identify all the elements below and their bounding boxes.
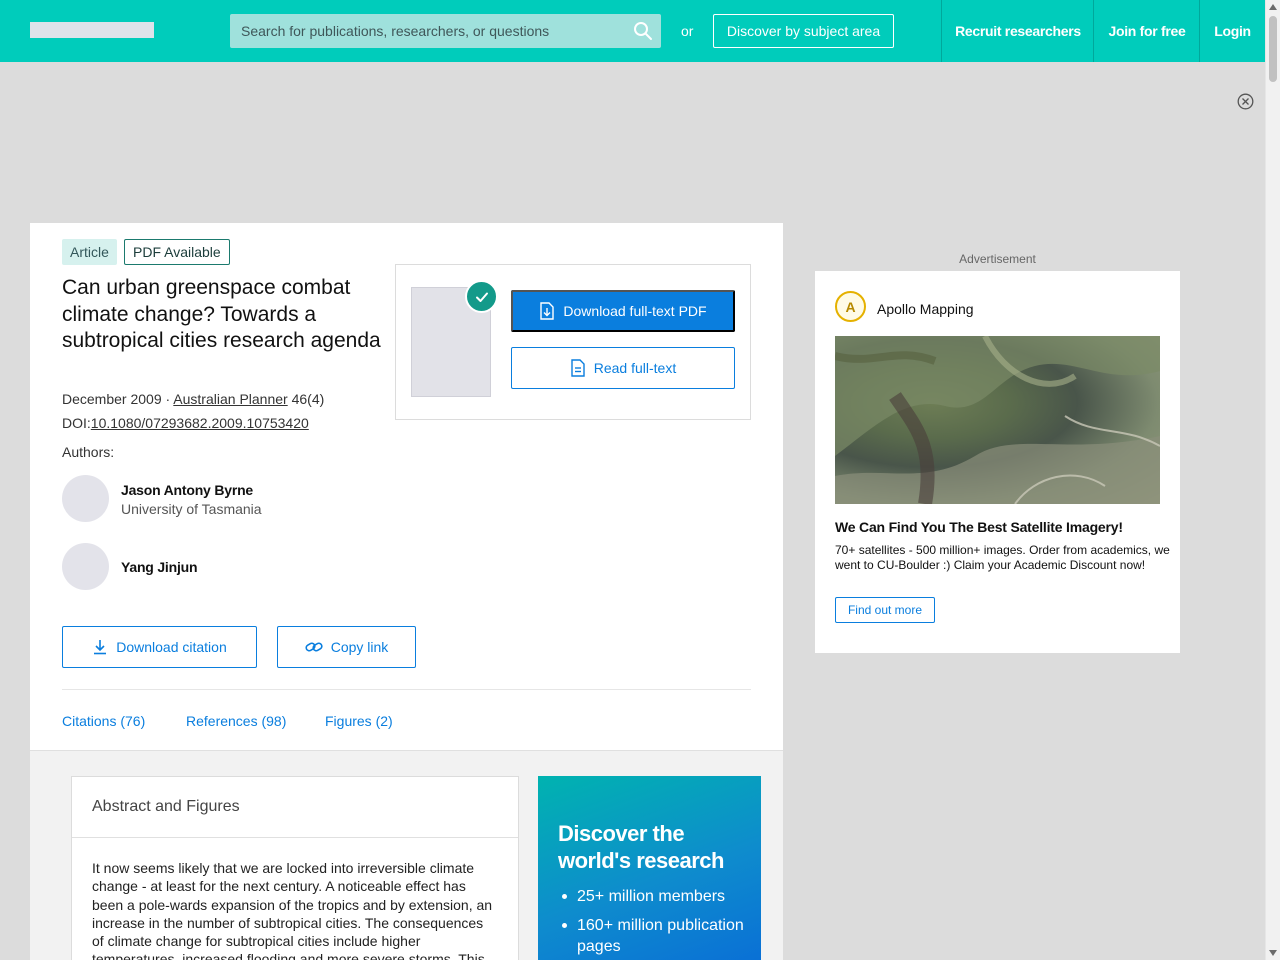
advertisement-label: Advertisement [959, 252, 1036, 266]
article-card: Article PDF Available Can urban greenspa… [30, 223, 783, 960]
promo-title: Discover the world's research [558, 821, 724, 873]
advertiser-logo-text: A [845, 298, 856, 315]
search-icon[interactable] [633, 21, 653, 41]
satellite-image-texture [835, 336, 1160, 504]
download-pdf-label: Download full-text PDF [563, 303, 707, 319]
site-logo[interactable] [30, 22, 154, 38]
nav-recruit-researchers[interactable]: Recruit researchers [941, 0, 1094, 62]
article-title: Can urban greenspace combat climate chan… [62, 276, 381, 352]
search-input[interactable] [230, 14, 630, 48]
publication-meta: December 2009 · Australian Planner 46(4) [62, 391, 324, 407]
promo-item: 25+ million members [558, 886, 753, 907]
promo-item: 160+ million publication pages [558, 915, 753, 957]
find-out-more-button[interactable]: Find out more [835, 597, 935, 623]
journal-volume: 46(4) [287, 391, 325, 407]
link-icon [305, 642, 323, 652]
download-citation-button[interactable]: Download citation [62, 626, 257, 668]
authors-heading: Authors: [62, 444, 115, 460]
journal-link[interactable]: Australian Planner [173, 391, 287, 407]
content-section: Abstract and Figures It now seems likely… [30, 750, 783, 960]
top-navigation-bar: or Discover by subject area Recruit rese… [0, 0, 1265, 62]
download-fulltext-pdf-button[interactable]: Download full-text PDF [511, 290, 735, 332]
copy-link-label: Copy link [330, 639, 389, 655]
close-circle-icon[interactable] [1237, 93, 1254, 110]
publication-date: December 2009 [62, 391, 162, 407]
read-fulltext-button[interactable]: Read full-text [511, 347, 735, 389]
doi-link[interactable]: 10.1080/07293682.2009.10753420 [91, 415, 309, 431]
pdf-available-badge: PDF Available [124, 239, 230, 265]
avatar[interactable] [62, 475, 109, 522]
meta-separator: · [161, 391, 174, 407]
advert-headline[interactable]: We Can Find You The Best Satellite Image… [835, 519, 1123, 535]
advertiser-name[interactable]: Apollo Mapping [877, 301, 974, 317]
page-scrollbar[interactable] [1265, 0, 1280, 960]
advertisement-card[interactable]: A Apollo Mapping We Can Find You The Bes… [815, 271, 1180, 653]
scroll-down-arrow-icon[interactable] [1269, 950, 1277, 956]
advertiser-logo[interactable]: A [835, 291, 866, 322]
scroll-up-arrow-icon[interactable] [1269, 4, 1277, 10]
tab-citations[interactable]: Citations (76) [62, 713, 145, 729]
search-box [230, 14, 661, 48]
scroll-thumb[interactable] [1269, 16, 1277, 82]
author-name[interactable]: Jason Antony Byrne [121, 482, 253, 498]
checkmark-icon [465, 280, 498, 313]
author-name[interactable]: Yang Jinjun [121, 559, 198, 575]
nav-join-for-free[interactable]: Join for free [1093, 0, 1200, 62]
author-institution[interactable]: University of Tasmania [121, 501, 262, 517]
abstract-heading: Abstract and Figures [72, 777, 518, 838]
download-icon [94, 640, 107, 655]
download-citation-label: Download citation [116, 639, 227, 655]
doi-line: DOI:10.1080/07293682.2009.10753420 [62, 415, 309, 431]
discover-research-promo[interactable]: Discover the world's research 25+ millio… [538, 776, 761, 960]
abstract-text: It now seems likely that we are locked i… [92, 860, 493, 960]
file-download-icon [540, 302, 555, 320]
article-type-badge: Article [62, 239, 117, 265]
nav-login[interactable]: Login [1199, 0, 1265, 62]
advert-body: 70+ satellites - 500 million+ images. Or… [835, 543, 1170, 572]
tabs-divider [62, 689, 751, 690]
promo-list: 25+ million members 160+ million publica… [558, 886, 753, 960]
document-icon [571, 359, 585, 377]
copy-link-button[interactable]: Copy link [277, 626, 416, 668]
tab-references[interactable]: References (98) [186, 713, 286, 729]
avatar[interactable] [62, 543, 109, 590]
or-label: or [681, 23, 694, 39]
satellite-image[interactable] [835, 336, 1160, 504]
abstract-card: Abstract and Figures It now seems likely… [71, 776, 519, 960]
tab-figures[interactable]: Figures (2) [325, 713, 393, 729]
read-fulltext-label: Read full-text [593, 360, 677, 376]
doi-label: DOI: [62, 415, 91, 431]
discover-by-subject-button[interactable]: Discover by subject area [713, 14, 894, 48]
fulltext-access-panel: Download full-text PDF Read full-text [395, 264, 751, 420]
